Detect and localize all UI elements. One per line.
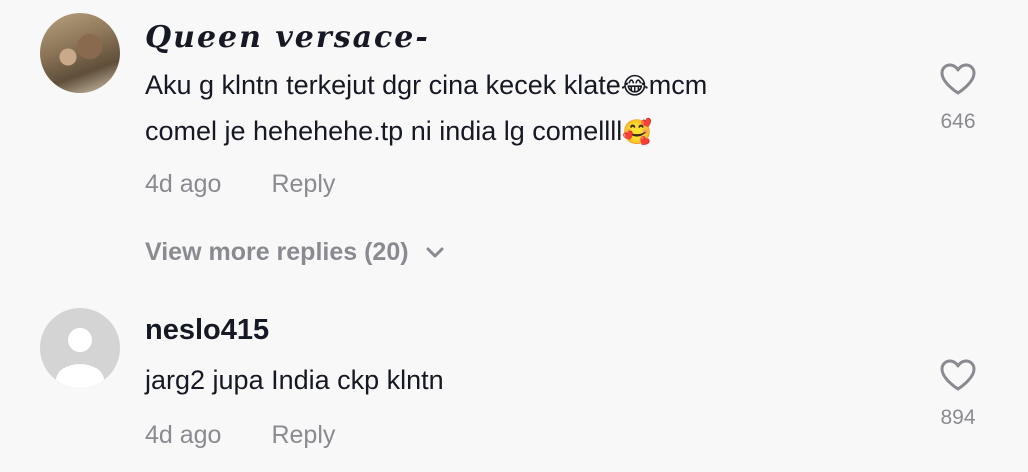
- heart-icon: [940, 359, 976, 391]
- like-count: 894: [940, 406, 976, 429]
- heart-icon: [940, 63, 976, 95]
- view-more-replies-button[interactable]: View more replies (20): [145, 238, 445, 267]
- comment-text: Aku g klntn terkejut dgr cina kecek klat…: [145, 63, 845, 155]
- comment-meta: 4d ago Reply: [145, 170, 335, 199]
- comment-text-part: Aku g klntn terkejut dgr cina kecek klat…: [145, 70, 621, 100]
- comment-username[interactable]: neslo415: [145, 314, 269, 347]
- comment-timestamp: 4d ago: [145, 170, 222, 198]
- chevron-down-icon: [426, 247, 444, 257]
- comment-text-part: comel je hehehehe.tp ni india lg comelll…: [145, 116, 623, 146]
- comment-meta: 4d ago Reply: [145, 421, 335, 450]
- comment-text: jarg2 jupa India ckp klntn: [145, 365, 444, 395]
- like-button[interactable]: 646: [930, 62, 986, 134]
- like-button[interactable]: 894: [930, 358, 986, 430]
- avatar[interactable]: [40, 13, 120, 93]
- comment-username[interactable]: Queen versace-: [145, 20, 430, 55]
- reply-button[interactable]: Reply: [271, 170, 335, 198]
- smiling-hearts-emoji: 🥰: [622, 119, 653, 146]
- laughing-emoji: 😂: [620, 73, 649, 100]
- comment-text-part: mcm: [648, 70, 708, 100]
- default-avatar-icon: [56, 328, 104, 388]
- avatar[interactable]: [40, 308, 120, 388]
- like-count: 646: [940, 110, 976, 133]
- reply-button[interactable]: Reply: [271, 421, 335, 449]
- comment-timestamp: 4d ago: [145, 421, 222, 449]
- view-more-label: View more replies (20): [145, 238, 409, 266]
